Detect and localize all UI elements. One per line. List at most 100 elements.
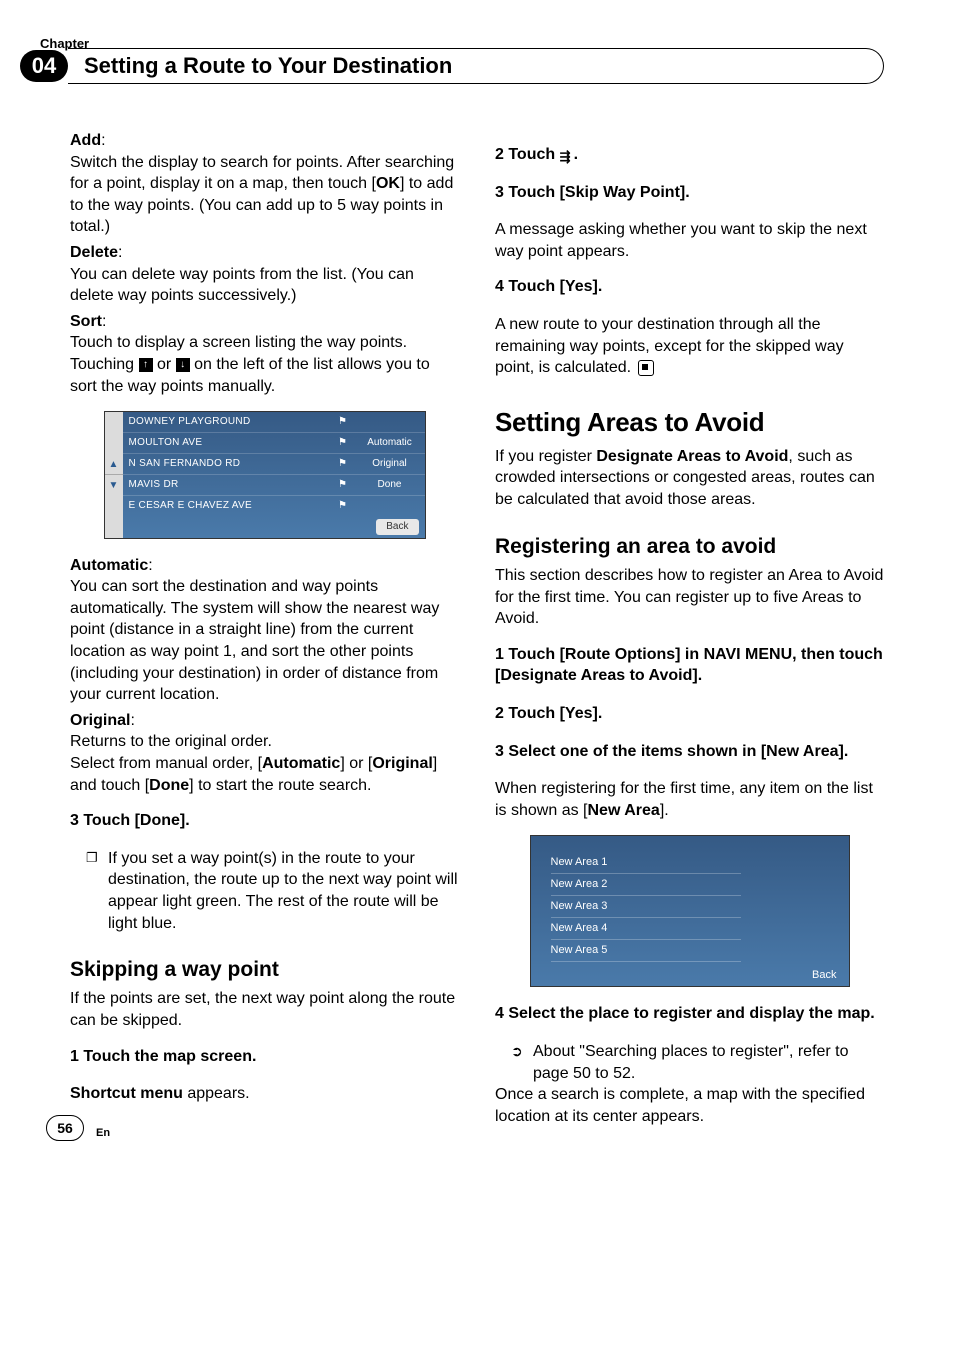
automatic-heading: Automatic (70, 557, 148, 574)
done-button[interactable]: Done (355, 478, 425, 492)
add-heading: Add (70, 132, 101, 149)
sort-down-icon[interactable]: ▼ (105, 475, 123, 495)
reg-step-3-text: When registering for the first time, any… (495, 778, 884, 821)
skip-step-2-end: . (574, 146, 578, 163)
sort-arrow-column: ▲ ▼ (105, 412, 123, 538)
sort-block: Sort: Touch to display a screen listing … (70, 311, 459, 397)
flag-icon: ⚑ (331, 436, 355, 450)
back-button[interactable]: Back (812, 968, 836, 983)
add-block: Add: Switch the display to search for po… (70, 130, 459, 238)
designate-areas-label: Designate Areas to Avoid (596, 448, 788, 465)
skipping-heading: Skipping a way point (70, 956, 459, 984)
route-skip-icon: ⇶ (560, 148, 574, 162)
list-label: MOULTON AVE (123, 436, 331, 450)
flag-icon: ⚑ (331, 415, 355, 429)
list-item[interactable]: MAVIS DR ⚑ Done (123, 474, 425, 495)
arrow-up-icon: ↑ (139, 358, 153, 372)
skip-step-3: 3 Touch [Skip Way Point]. (495, 182, 884, 204)
skip-step-2-text: 2 Touch (495, 146, 560, 163)
reg-step-3: 3 Select one of the items shown in [New … (495, 741, 884, 763)
page-language: En (96, 1127, 110, 1139)
ok-label: OK (376, 175, 400, 192)
original-label: Original (372, 755, 432, 772)
list-label: N SAN FERNANDO RD (123, 457, 331, 471)
new-area-item[interactable]: New Area 3 (551, 896, 741, 918)
step-3-done: 3 Touch [Done]. (70, 810, 459, 832)
automatic-block: Automatic: You can sort the destination … (70, 555, 459, 706)
skip-step-4: 4 Touch [Yes]. (495, 276, 884, 298)
skip-step-4-body: A new route to your destination through … (495, 316, 844, 376)
skip-step-4-text: A new route to your destination through … (495, 314, 884, 379)
areas-text-a: If you register (495, 448, 596, 465)
skip-step-1-sub: Shortcut menu appears. (70, 1083, 459, 1105)
flag-icon: ⚑ (331, 499, 355, 513)
reg-step-4-note: About "Searching places to register", re… (495, 1041, 884, 1084)
reg-step-4: 4 Select the place to register and displ… (495, 1003, 884, 1025)
list-item[interactable]: MOULTON AVE ⚑ Automatic (123, 432, 425, 453)
list-item[interactable]: E CESAR E CHAVEZ AVE ⚑ (123, 495, 425, 516)
chapter-number-badge: 04 (20, 50, 68, 82)
flag-icon: ⚑ (331, 478, 355, 492)
section-end-icon (638, 360, 654, 376)
new-area-item[interactable]: New Area 1 (551, 852, 741, 874)
note-item: If you set a way point(s) in the route t… (108, 848, 459, 934)
sort-list: DOWNEY PLAYGROUND ⚑ MOULTON AVE ⚑ Automa… (123, 412, 425, 538)
list-label: DOWNEY PLAYGROUND (123, 415, 331, 429)
original-text-2d: ] to start the route search. (189, 777, 371, 794)
skipping-text: If the points are set, the next way poin… (70, 988, 459, 1031)
original-text-2a: Select from manual order, [ (70, 755, 262, 772)
right-column: 2 Touch ⇶. 3 Touch [Skip Way Point]. A m… (495, 130, 884, 1131)
new-area-item[interactable]: New Area 2 (551, 874, 741, 896)
flag-icon: ⚑ (331, 457, 355, 471)
reg-step-3-text-b: ]. (660, 802, 669, 819)
done-label: Done (149, 777, 189, 794)
new-area-item[interactable]: New Area 4 (551, 918, 741, 940)
original-heading: Original (70, 712, 130, 729)
automatic-button[interactable]: Automatic (355, 436, 425, 450)
original-text-2b: ] or [ (340, 755, 372, 772)
shortcut-menu-text: appears. (183, 1085, 250, 1102)
screenshot-footer: Back (123, 516, 425, 538)
delete-text: You can delete way points from the list.… (70, 266, 414, 305)
areas-heading: Setting Areas to Avoid (495, 405, 884, 440)
sort-heading: Sort (70, 313, 102, 330)
sort-up-icon[interactable]: ▲ (105, 454, 123, 475)
registering-heading: Registering an area to avoid (495, 533, 884, 561)
sort-text-2: or (153, 356, 176, 373)
content-columns: Add: Switch the display to search for po… (70, 130, 884, 1131)
reg-step-4-text: Once a search is complete, a map with th… (495, 1084, 884, 1127)
original-block: Original: Returns to the original order.… (70, 710, 459, 796)
new-area-screenshot: New Area 1 New Area 2 New Area 3 New Are… (530, 835, 850, 987)
registering-text: This section describes how to register a… (495, 565, 884, 630)
delete-heading: Delete (70, 244, 118, 261)
areas-text: If you register Designate Areas to Avoid… (495, 446, 884, 511)
new-area-item[interactable]: New Area 5 (551, 940, 741, 962)
automatic-text: You can sort the destination and way poi… (70, 578, 439, 703)
chapter-label: Chapter (40, 36, 89, 51)
skip-step-2: 2 Touch ⇶. (495, 144, 884, 166)
page-header: 04 Setting a Route to Your Destination (20, 48, 884, 84)
screenshot-footer: Back (551, 968, 837, 983)
step-3-note: If you set a way point(s) in the route t… (70, 848, 459, 934)
sort-screenshot: ▲ ▼ DOWNEY PLAYGROUND ⚑ MOULTON AVE ⚑ Au… (104, 411, 426, 539)
list-item[interactable]: DOWNEY PLAYGROUND ⚑ (123, 412, 425, 432)
shortcut-menu-label: Shortcut menu (70, 1085, 183, 1102)
new-area-label: New Area (587, 802, 659, 819)
page-number: 56 (46, 1115, 84, 1141)
list-item[interactable]: N SAN FERNANDO RD ⚑ Original (123, 453, 425, 474)
reference-note: About "Searching places to register", re… (533, 1041, 884, 1084)
automatic-label: Automatic (262, 755, 340, 772)
list-label: E CESAR E CHAVEZ AVE (123, 499, 331, 513)
page-title: Setting a Route to Your Destination (68, 48, 884, 84)
skip-step-3-text: A message asking whether you want to ski… (495, 219, 884, 262)
original-button[interactable]: Original (355, 457, 425, 471)
list-label: MAVIS DR (123, 478, 331, 492)
left-column: Add: Switch the display to search for po… (70, 130, 459, 1131)
arrow-down-icon: ↓ (176, 358, 190, 372)
delete-block: Delete: You can delete way points from t… (70, 242, 459, 307)
back-button[interactable]: Back (376, 519, 418, 535)
reg-step-3-text-a: When registering for the first time, any… (495, 780, 873, 819)
manual-page: Chapter 04 Setting a Route to Your Desti… (0, 0, 954, 1171)
original-text-1: Returns to the original order. (70, 733, 272, 750)
reg-step-1: 1 Touch [Route Options] in NAVI MENU, th… (495, 644, 884, 687)
